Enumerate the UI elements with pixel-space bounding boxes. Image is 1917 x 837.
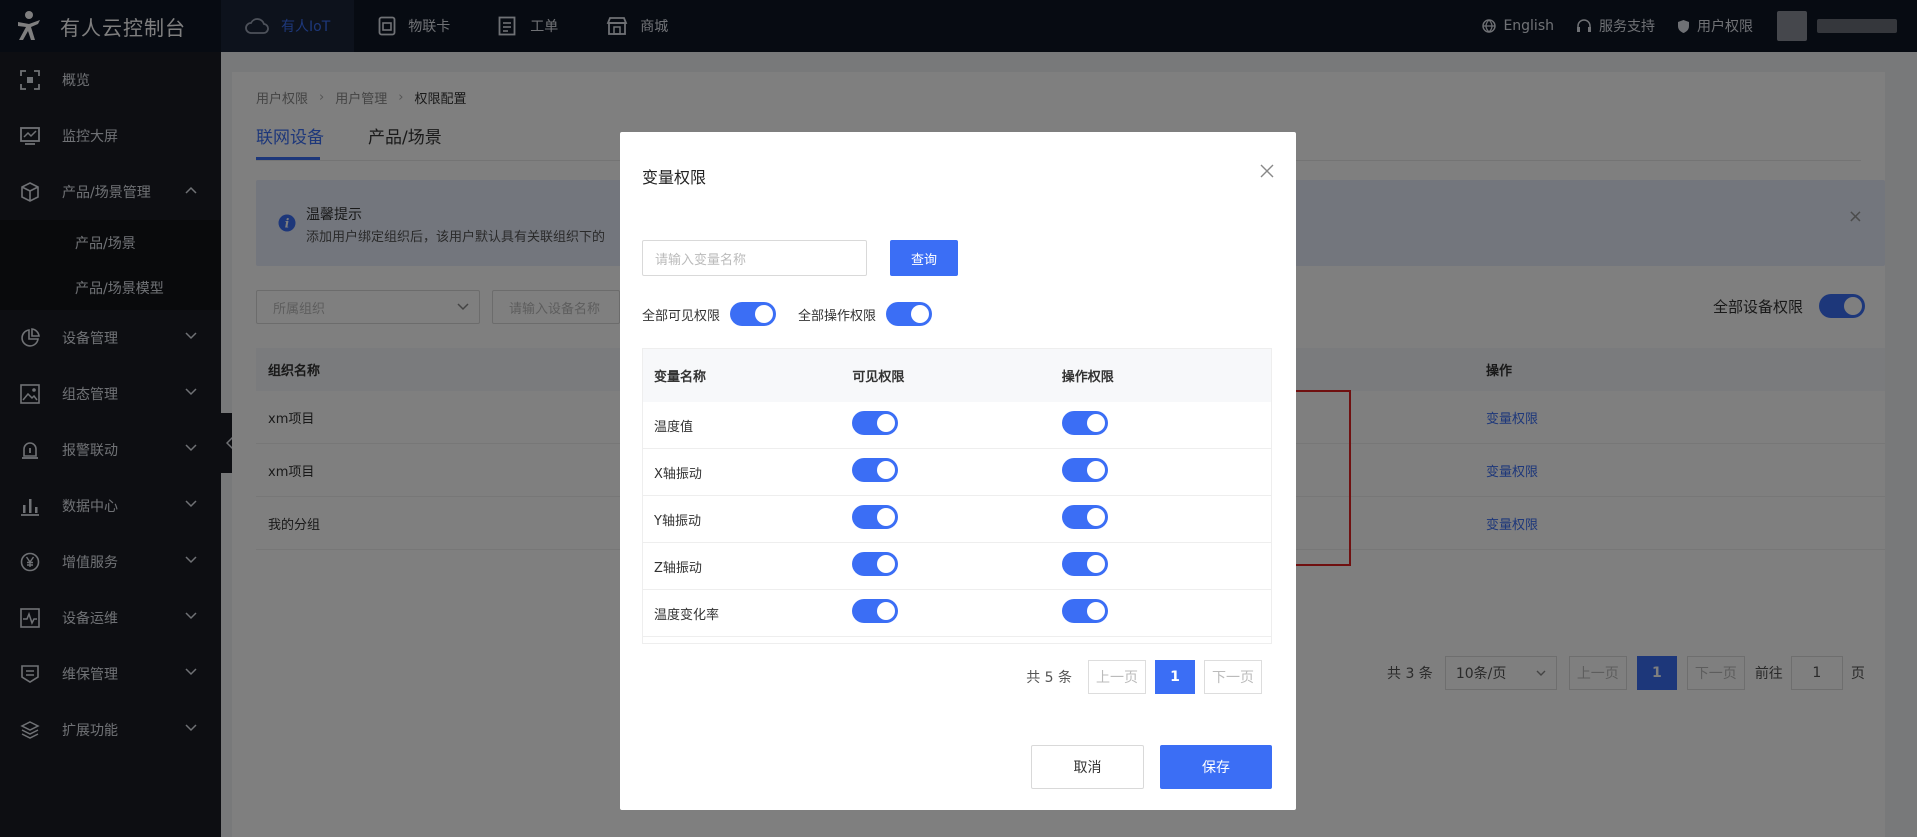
table-row: 温度变化率 xyxy=(643,590,1271,637)
variable-name: X轴振动 xyxy=(654,466,702,482)
table-row: Y轴振动 xyxy=(643,496,1271,543)
operate-toggle[interactable] xyxy=(1061,599,1108,623)
visible-toggle[interactable] xyxy=(852,505,899,529)
variable-name: 温度值 xyxy=(654,419,694,435)
table-row: 温度值 xyxy=(643,402,1271,449)
variable-permission-dialog: 变量权限 请输入变量名称 查询 全部可见权限 全部操作权限 变量名称 可见权限 … xyxy=(620,132,1296,810)
col-variable-name: 变量名称 xyxy=(654,370,707,385)
visible-toggle[interactable] xyxy=(852,552,899,576)
dialog-title: 变量权限 xyxy=(642,168,707,187)
col-visible: 可见权限 xyxy=(852,370,905,385)
pagination-total: 共 5 条 xyxy=(1026,670,1072,686)
next-page-button[interactable]: 下一页 xyxy=(1204,660,1262,694)
all-operate-toggle[interactable] xyxy=(886,302,933,326)
close-icon[interactable] xyxy=(1260,164,1274,178)
variable-name: 温度变化率 xyxy=(654,607,720,623)
variable-table: 变量名称 可见权限 操作权限 温度值 X轴振动 Y轴振动 Z轴振动 温度变化率 xyxy=(642,348,1272,644)
table-header: 变量名称 可见权限 操作权限 xyxy=(643,349,1271,402)
dialog-pagination: 共 5 条 上一页 1 下一页 xyxy=(1026,660,1262,694)
variable-name: Y轴振动 xyxy=(654,513,701,529)
query-button[interactable]: 查询 xyxy=(890,240,958,276)
table-row: X轴振动 xyxy=(643,449,1271,496)
all-visible-label: 全部可见权限 xyxy=(642,308,721,324)
operate-toggle[interactable] xyxy=(1061,552,1108,576)
variable-name: Z轴振动 xyxy=(654,560,702,576)
visible-toggle[interactable] xyxy=(852,458,899,482)
page-1-button[interactable]: 1 xyxy=(1155,660,1195,694)
operate-toggle[interactable] xyxy=(1061,411,1108,435)
visible-toggle[interactable] xyxy=(852,599,899,623)
table-row: Z轴振动 xyxy=(643,543,1271,590)
cancel-button[interactable]: 取消 xyxy=(1031,745,1144,789)
all-visible-toggle[interactable] xyxy=(730,302,777,326)
all-operate-label: 全部操作权限 xyxy=(798,308,877,324)
operate-toggle[interactable] xyxy=(1061,505,1108,529)
save-button[interactable]: 保存 xyxy=(1160,745,1272,789)
variable-search-input[interactable]: 请输入变量名称 xyxy=(642,240,867,276)
bulk-toggles: 全部可见权限 全部操作权限 xyxy=(642,302,954,326)
col-operate: 操作权限 xyxy=(1061,370,1114,385)
prev-page-button[interactable]: 上一页 xyxy=(1088,660,1146,694)
visible-toggle[interactable] xyxy=(852,411,899,435)
variable-search-placeholder: 请输入变量名称 xyxy=(655,252,747,268)
operate-toggle[interactable] xyxy=(1061,458,1108,482)
